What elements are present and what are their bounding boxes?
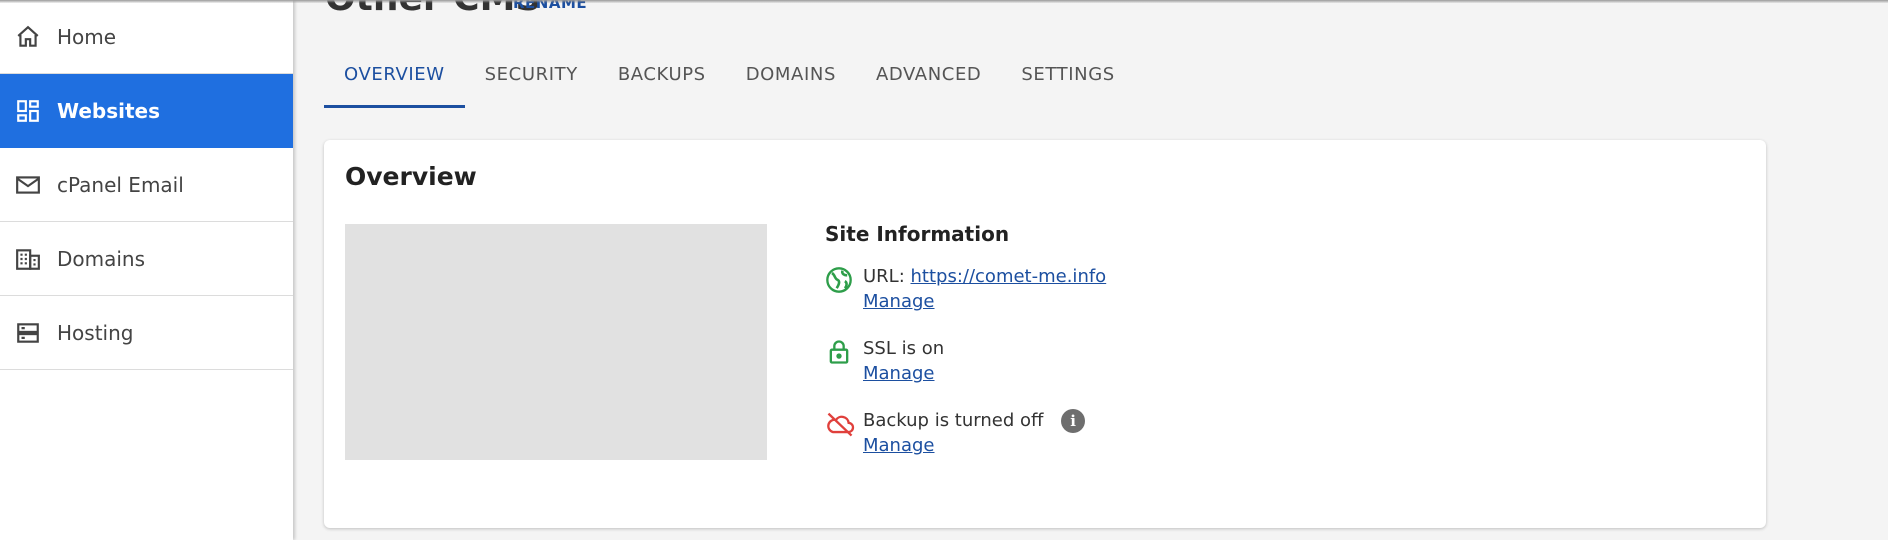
site-information: Site Information URL: https://comet-me.i… bbox=[825, 222, 1106, 480]
top-edge-shadow bbox=[0, 0, 1888, 3]
tab-overview[interactable]: OVERVIEW bbox=[324, 50, 465, 108]
tab-advanced[interactable]: ADVANCED bbox=[856, 50, 1001, 108]
info-icon[interactable]: i bbox=[1061, 409, 1086, 433]
home-icon bbox=[14, 23, 42, 51]
overview-title: Overview bbox=[345, 162, 477, 191]
ssl-row: SSL is on Manage bbox=[825, 336, 1106, 386]
overview-card: Overview Site Information URL: https://c… bbox=[324, 140, 1766, 528]
backup-status: Backup is turned off bbox=[863, 410, 1044, 431]
sidebar-item-label: Domains bbox=[57, 246, 146, 271]
url-row: URL: https://comet-me.info Manage bbox=[825, 264, 1106, 314]
ssl-status: SSL is on bbox=[863, 338, 945, 359]
sidebar-item-label: Hosting bbox=[57, 320, 134, 345]
building-icon bbox=[14, 245, 42, 273]
ssl-manage-link[interactable]: Manage bbox=[863, 363, 935, 384]
tab-settings[interactable]: SETTINGS bbox=[1001, 50, 1134, 108]
tab-backups[interactable]: BACKUPS bbox=[598, 50, 726, 108]
sidebar: Home Websites cPanel Email Domains Hosti… bbox=[0, 0, 293, 540]
tab-domains[interactable]: DOMAINS bbox=[726, 50, 856, 108]
sidebar-item-label: Home bbox=[57, 24, 117, 49]
tab-bar: OVERVIEW SECURITY BACKUPS DOMAINS ADVANC… bbox=[324, 50, 1135, 108]
backup-manage-link[interactable]: Manage bbox=[863, 435, 935, 456]
sidebar-item-label: Websites bbox=[57, 99, 161, 123]
site-information-title: Site Information bbox=[825, 222, 1010, 246]
backup-row: Backup is turned off i Manage bbox=[825, 408, 1106, 458]
url-manage-link[interactable]: Manage bbox=[863, 291, 935, 312]
tab-security[interactable]: SECURITY bbox=[465, 50, 598, 108]
site-thumbnail bbox=[345, 224, 767, 460]
sidebar-item-home[interactable]: Home bbox=[0, 0, 293, 74]
main-content: Other CMS RENAME OVERVIEW SECURITY BACKU… bbox=[293, 0, 1888, 540]
sidebar-item-label: cPanel Email bbox=[57, 172, 184, 197]
url-label: URL: bbox=[863, 266, 905, 287]
sidebar-item-hosting[interactable]: Hosting bbox=[0, 296, 293, 370]
cloud-off-icon bbox=[825, 410, 855, 438]
dashboard-icon bbox=[14, 97, 42, 125]
site-url-link[interactable]: https://comet-me.info bbox=[911, 266, 1107, 287]
lock-icon bbox=[825, 338, 853, 366]
sidebar-item-cpanel-email[interactable]: cPanel Email bbox=[0, 148, 293, 222]
globe-icon bbox=[825, 266, 853, 294]
sidebar-item-domains[interactable]: Domains bbox=[0, 222, 293, 296]
server-icon bbox=[14, 319, 42, 347]
sidebar-item-websites[interactable]: Websites bbox=[0, 74, 293, 148]
mail-icon bbox=[14, 171, 42, 199]
